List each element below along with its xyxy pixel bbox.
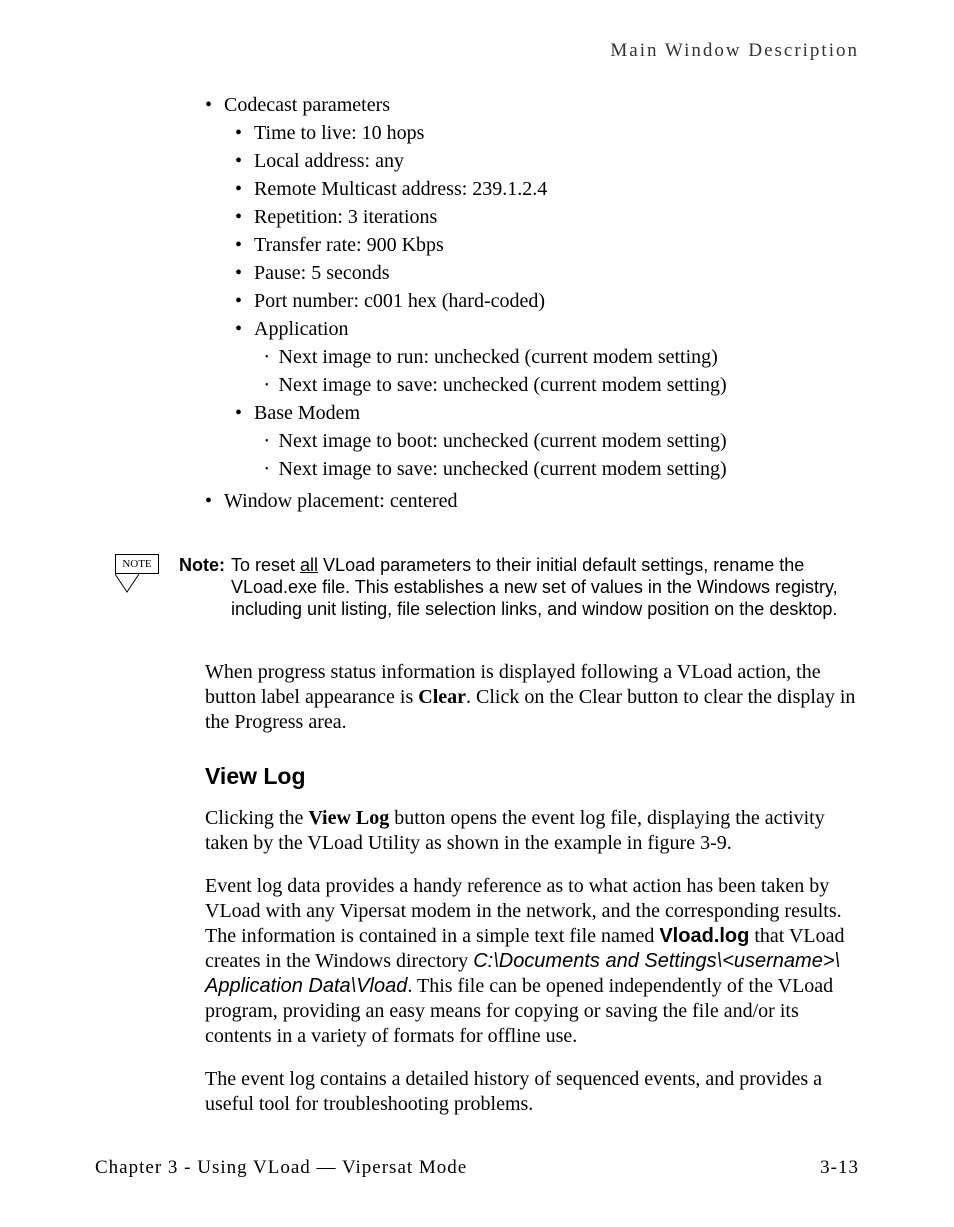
bullet-port: • Port number: c001 hex (hard-coded)	[235, 288, 859, 314]
page-header: Main Window Description	[95, 40, 859, 62]
note-label: Note:	[179, 554, 225, 620]
bullet-text: Window placement: centered	[224, 488, 458, 514]
paragraph-clear: When progress status information is disp…	[205, 660, 859, 735]
bullet-text: Repetition: 3 iterations	[254, 204, 437, 230]
bullet-text: Remote Multicast address: 239.1.2.4	[254, 176, 547, 202]
application-sublist: • Next image to run: unchecked (current …	[265, 344, 859, 398]
para2a: Clicking the	[205, 807, 308, 829]
bullet-text: Base Modem	[254, 400, 360, 426]
footer-left: Chapter 3 - Using VLoad — Vipersat Mode	[95, 1157, 467, 1179]
bullet-text: Next image to run: unchecked (current mo…	[279, 344, 718, 370]
note-icon-wrap: NOTE	[115, 554, 159, 620]
bullet-codecast: • Codecast parameters	[205, 92, 859, 118]
bullet-icon: •	[235, 176, 242, 202]
bullet-icon: •	[235, 316, 242, 342]
note-text2: VLoad parameters to their initial defaul…	[231, 555, 838, 619]
bullet-text: Local address: any	[254, 148, 404, 174]
bullet-bm-save: • Next image to save: unchecked (current…	[265, 456, 859, 482]
bullet-text: Codecast parameters	[224, 92, 390, 118]
bullet-icon: •	[235, 204, 242, 230]
bullet-text: Port number: c001 hex (hard-coded)	[254, 288, 545, 314]
bullet-icon: •	[235, 400, 242, 426]
paragraph-viewlog-3: The event log contains a detailed histor…	[205, 1067, 859, 1117]
note-all: all	[300, 555, 318, 575]
bullet-app-run: • Next image to run: unchecked (current …	[265, 344, 859, 370]
bullet-icon: •	[205, 92, 212, 118]
bullet-rate: • Transfer rate: 900 Kbps	[235, 232, 859, 258]
note-text1: To reset	[231, 555, 300, 575]
bullet-basemodem: • Base Modem	[235, 400, 859, 426]
basemodem-sublist: • Next image to boot: unchecked (current…	[265, 428, 859, 482]
bullet-window: • Window placement: centered	[205, 488, 859, 514]
bullet-text: Application	[254, 316, 348, 342]
para1-clear: Clear	[418, 686, 466, 708]
bullet-text: Next image to save: unchecked (current m…	[279, 456, 727, 482]
main-bullet-list: • Codecast parameters • Time to live: 10…	[205, 92, 859, 514]
bullet-application: • Application	[235, 316, 859, 342]
bullet-remote: • Remote Multicast address: 239.1.2.4	[235, 176, 859, 202]
bullet-text: Next image to boot: unchecked (current m…	[279, 428, 727, 454]
note-body: To reset all VLoad parameters to their i…	[231, 554, 859, 620]
bullet-icon: •	[265, 344, 269, 370]
bullet-text: Pause: 5 seconds	[254, 260, 390, 286]
bullet-local: • Local address: any	[235, 148, 859, 174]
note-content: Note: To reset all VLoad parameters to t…	[179, 554, 859, 620]
bullet-icon: •	[265, 456, 269, 482]
bullet-icon: •	[235, 232, 242, 258]
note-arrow-icon	[115, 574, 139, 596]
bullet-text: Next image to save: unchecked (current m…	[279, 372, 727, 398]
bullet-ttl: • Time to live: 10 hops	[235, 120, 859, 146]
bullet-text: Transfer rate: 900 Kbps	[254, 232, 444, 258]
bullet-app-save: • Next image to save: unchecked (current…	[265, 372, 859, 398]
paragraph-viewlog-2: Event log data provides a handy referenc…	[205, 874, 859, 1049]
heading-view-log: View Log	[205, 763, 859, 790]
footer-right: 3-13	[820, 1157, 859, 1179]
para2-viewlog: View Log	[308, 807, 389, 829]
para3-vloadlog: Vload.log	[659, 925, 749, 947]
bullet-icon: •	[235, 120, 242, 146]
paragraph-viewlog-1: Clicking the View Log button opens the e…	[205, 806, 859, 856]
bullet-text: Time to live: 10 hops	[254, 120, 424, 146]
bullet-pause: • Pause: 5 seconds	[235, 260, 859, 286]
bullet-icon: •	[265, 428, 269, 454]
bullet-repetition: • Repetition: 3 iterations	[235, 204, 859, 230]
bullet-icon: •	[205, 488, 212, 514]
bullet-bm-boot: • Next image to boot: unchecked (current…	[265, 428, 859, 454]
bullet-icon: •	[235, 260, 242, 286]
note-icon-label: NOTE	[115, 554, 159, 574]
bullet-icon: •	[265, 372, 269, 398]
codecast-sublist: • Time to live: 10 hops • Local address:…	[235, 120, 859, 482]
bullet-icon: •	[235, 148, 242, 174]
page-footer: Chapter 3 - Using VLoad — Vipersat Mode …	[95, 1157, 859, 1179]
note-block: NOTE Note: To reset all VLoad parameters…	[115, 554, 859, 620]
bullet-icon: •	[235, 288, 242, 314]
